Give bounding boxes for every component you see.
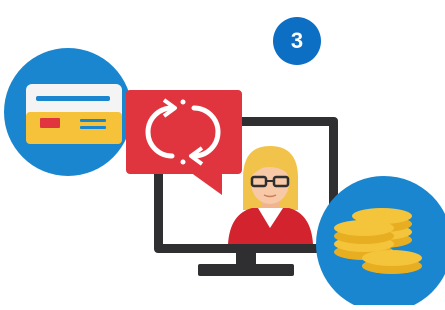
online-payment-illustration: 3	[0, 0, 445, 310]
step-badge: 3	[273, 17, 321, 65]
step-number: 3	[290, 28, 304, 53]
credit-card-icon	[4, 48, 132, 176]
illustration-canvas	[4, 17, 445, 310]
